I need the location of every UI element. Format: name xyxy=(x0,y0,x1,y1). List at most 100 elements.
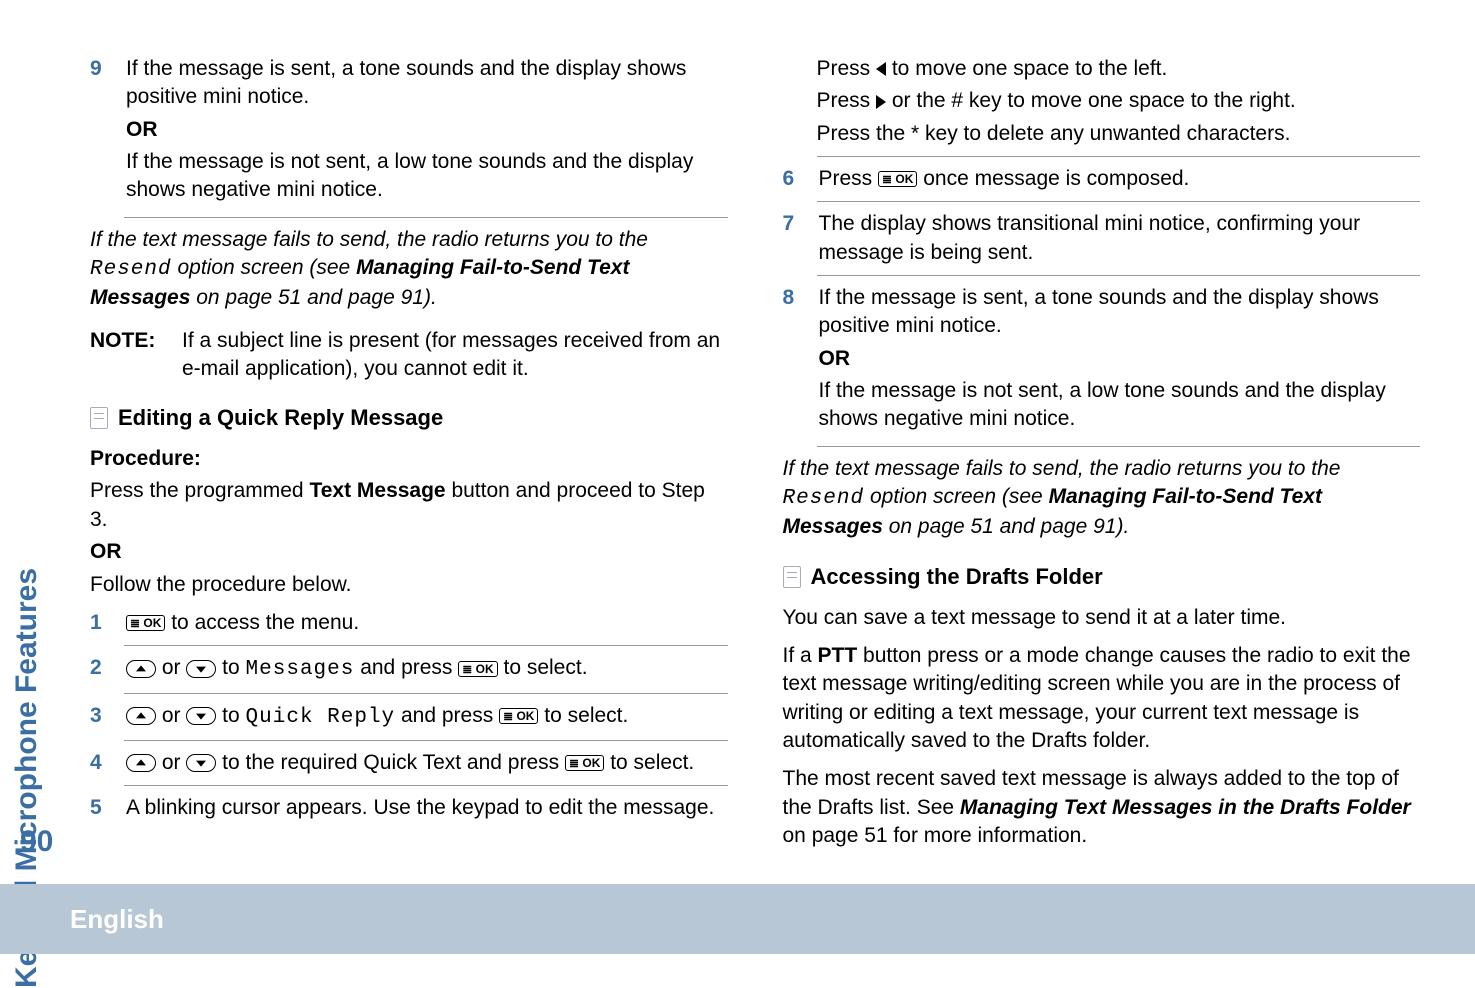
menu-item: Messages xyxy=(246,658,355,681)
text: or xyxy=(156,704,186,727)
divider xyxy=(817,446,1421,447)
divider xyxy=(124,785,728,786)
text: If a xyxy=(783,644,818,667)
step-body: If the message is sent, a tone sounds an… xyxy=(126,55,728,209)
text: on page 51 and page 91). xyxy=(190,286,436,309)
divider xyxy=(124,740,728,741)
up-arrow-icon xyxy=(126,660,156,678)
step-number: 8 xyxy=(783,284,801,438)
step-4: 4 or to the required Quick Text and pres… xyxy=(90,749,728,777)
divider xyxy=(124,693,728,694)
resend-label: Resend xyxy=(90,258,172,281)
step-1: 1 ≣ OK to access the menu. xyxy=(90,609,728,637)
ok-button-icon: ≣ OK xyxy=(126,615,165,631)
step-5: 5 A blinking cursor appears. Use the key… xyxy=(90,794,728,822)
crossref: Managing Text Messages in the Drafts Fol… xyxy=(960,796,1411,819)
text-line: Press or the # key to move one space to … xyxy=(817,87,1421,115)
page-number: 90 xyxy=(20,825,53,859)
heading-text: Accessing the Drafts Folder xyxy=(811,562,1103,592)
ok-button-icon: ≣ OK xyxy=(458,661,497,677)
ptt-label: PTT xyxy=(818,644,858,667)
note: NOTE: If a subject line is present (for … xyxy=(90,327,728,384)
divider xyxy=(817,201,1421,202)
paragraph: If a PTT button press or a mode change c… xyxy=(783,642,1421,755)
step-body: If the message is sent, a tone sounds an… xyxy=(819,284,1421,438)
note-label: NOTE: xyxy=(90,327,168,384)
or-label: OR xyxy=(819,345,1421,373)
text: option screen (see xyxy=(172,256,356,279)
paragraph: The most recent saved text message is al… xyxy=(783,765,1421,850)
step-body: A blinking cursor appears. Use the keypa… xyxy=(126,794,728,822)
heading-editing-quick-reply: Editing a Quick Reply Message xyxy=(90,403,728,433)
step-2: 2 or to Messages and press ≣ OK to selec… xyxy=(90,654,728,684)
ok-button-icon: ≣ OK xyxy=(878,171,917,187)
step-number: 4 xyxy=(90,749,108,777)
divider xyxy=(817,275,1421,276)
fail-note: If the text message fails to send, the r… xyxy=(783,455,1421,542)
text: to xyxy=(216,704,245,727)
text: to the required Quick Text and press xyxy=(216,751,565,774)
step-9: 9 If the message is sent, a tone sounds … xyxy=(90,55,728,209)
content: 9 If the message is sent, a tone sounds … xyxy=(70,0,1475,954)
step-6: 6 Press ≣ OK once message is composed. xyxy=(783,165,1421,193)
divider xyxy=(124,645,728,646)
step-number: 3 xyxy=(90,702,108,732)
text: on page 51 for more information. xyxy=(783,824,1088,847)
step-3: 3 or to Quick Reply and press ≣ OK to se… xyxy=(90,702,728,732)
text: Text Message xyxy=(309,479,445,502)
left-arrow-icon xyxy=(876,62,886,76)
step-body: ≣ OK to access the menu. xyxy=(126,609,728,637)
or-label: OR xyxy=(126,116,728,144)
procedure-label: Procedure: xyxy=(90,445,728,473)
step-text: If the message is not sent, a low tone s… xyxy=(126,148,728,205)
step-body: The display shows transitional mini noti… xyxy=(819,210,1421,267)
text-line: Press the * key to delete any unwanted c… xyxy=(817,120,1421,148)
text: or xyxy=(156,751,186,774)
up-arrow-icon xyxy=(126,754,156,772)
text: to access the menu. xyxy=(165,611,359,634)
text: Press xyxy=(817,89,877,112)
text: or xyxy=(156,656,186,679)
text: button press or a mode change causes the… xyxy=(783,644,1411,752)
document-icon xyxy=(90,407,108,429)
step-text: If the message is sent, a tone sounds an… xyxy=(126,55,728,112)
text: to select. xyxy=(538,704,628,727)
procedure-line: Press the programmed Text Message button… xyxy=(90,477,728,534)
text-line: Press to move one space to the left. xyxy=(817,55,1421,83)
step-body: or to the required Quick Text and press … xyxy=(126,749,728,777)
right-column: Press to move one space to the left. Pre… xyxy=(783,55,1421,864)
down-arrow-icon xyxy=(186,707,216,725)
step-body: or to Quick Reply and press ≣ OK to sele… xyxy=(126,702,728,732)
paragraph: You can save a text message to send it a… xyxy=(783,604,1421,632)
text: and press xyxy=(354,656,458,679)
text: to move one space to the left. xyxy=(886,57,1167,80)
menu-item: Quick Reply xyxy=(246,706,396,729)
divider xyxy=(124,217,728,218)
step-7: 7 The display shows transitional mini no… xyxy=(783,210,1421,267)
text: If the text message fails to send, the r… xyxy=(783,457,1341,480)
up-arrow-icon xyxy=(126,707,156,725)
step-number: 6 xyxy=(783,165,801,193)
step-body: Press ≣ OK once message is composed. xyxy=(819,165,1421,193)
left-column: 9 If the message is sent, a tone sounds … xyxy=(90,55,728,864)
footer-language: English xyxy=(70,904,164,935)
text: If the text message fails to send, the r… xyxy=(90,228,648,251)
text: option screen (see xyxy=(864,485,1048,508)
or-label: OR xyxy=(90,538,728,566)
text: to xyxy=(216,656,245,679)
note-text: If a subject line is present (for messag… xyxy=(182,327,728,384)
step-number: 2 xyxy=(90,654,108,684)
step-text: If the message is sent, a tone sounds an… xyxy=(819,284,1421,341)
text: Press xyxy=(819,167,879,190)
down-arrow-icon xyxy=(186,660,216,678)
page: Keypad Microphone Features 90 English 9 … xyxy=(0,0,1475,954)
step-number: 9 xyxy=(90,55,108,209)
step-8: 8 If the message is sent, a tone sounds … xyxy=(783,284,1421,438)
text: and press xyxy=(395,704,499,727)
step-text: If the message is not sent, a low tone s… xyxy=(819,377,1421,434)
text: A blinking cursor appears. Use the keypa… xyxy=(126,796,714,819)
ok-button-icon: ≣ OK xyxy=(565,755,604,771)
text: on page 51 and page 91). xyxy=(883,515,1129,538)
footer-bar: English xyxy=(0,884,1475,954)
text: Press xyxy=(817,57,877,80)
